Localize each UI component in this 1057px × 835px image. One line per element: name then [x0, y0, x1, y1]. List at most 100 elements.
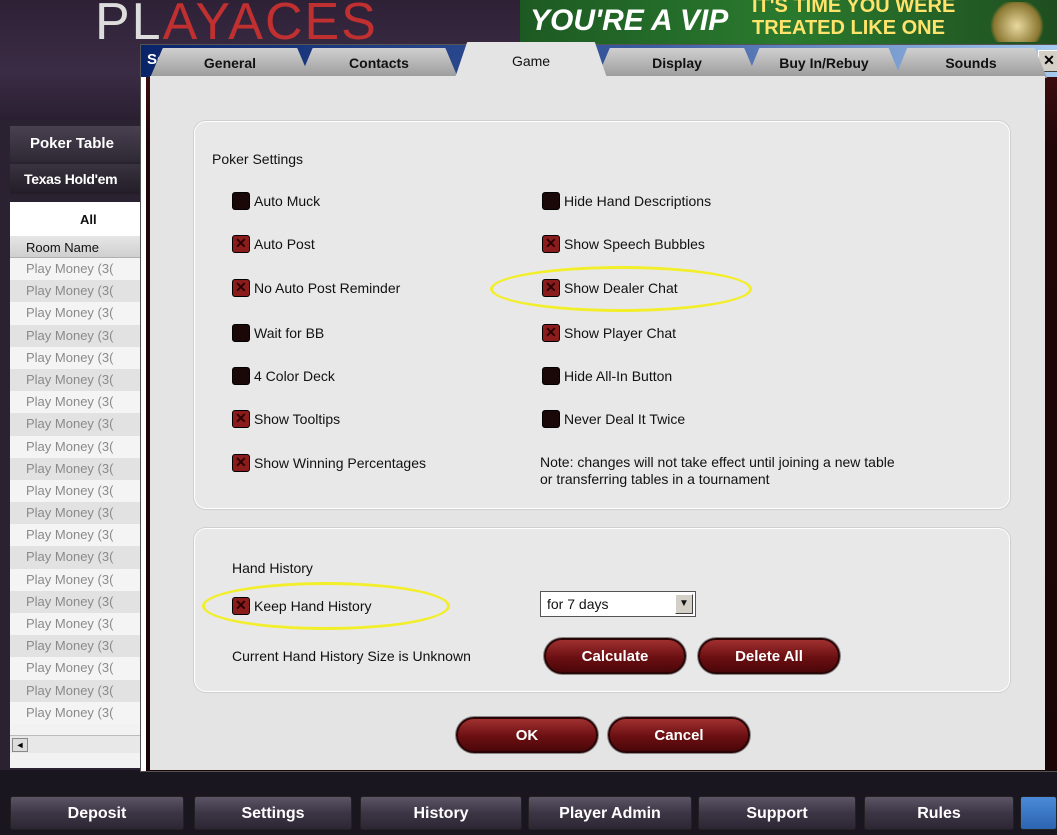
lobby-panel: Poker Table Texas Hold'em All Room Name …: [0, 120, 150, 770]
calculate-button[interactable]: Calculate: [544, 638, 686, 674]
settings-note-line-2: or transferring tables in a tournament: [540, 471, 770, 487]
four-color-deck-label: 4 Color Deck: [254, 368, 335, 384]
banner-subline-2: TREATED LIKE ONE: [752, 17, 945, 39]
tab-sounds[interactable]: Sounds: [895, 48, 1047, 78]
nav-settings[interactable]: Settings: [194, 796, 352, 830]
room-row[interactable]: Play Money (3(: [10, 502, 150, 525]
room-row[interactable]: Play Money (3(: [10, 590, 150, 613]
never-deal-it-twice-label: Never Deal It Twice: [564, 411, 686, 427]
room-row[interactable]: Play Money (3(: [10, 679, 150, 702]
room-row[interactable]: Play Money (3(: [10, 479, 150, 503]
show-winning-percentages-option[interactable]: Show Winning Percentages: [232, 452, 426, 474]
no-auto-post-reminder-checkbox[interactable]: [232, 279, 250, 297]
auto-muck-option[interactable]: Auto Muck: [232, 190, 320, 212]
four-color-deck-option[interactable]: 4 Color Deck: [232, 365, 335, 387]
tab-buy-in-rebuy[interactable]: Buy In/Rebuy: [747, 48, 901, 78]
dealer-chat-highlight: [490, 266, 752, 312]
room-row[interactable]: Play Money (3(: [10, 524, 150, 547]
show-tooltips-checkbox[interactable]: [232, 410, 250, 428]
tab-display[interactable]: Display: [597, 48, 757, 78]
auto-muck-checkbox[interactable]: [232, 192, 250, 210]
show-player-chat-option[interactable]: Show Player Chat: [542, 322, 676, 344]
four-color-deck-checkbox[interactable]: [232, 367, 250, 385]
wait-for-bb-checkbox[interactable]: [232, 324, 250, 342]
show-player-chat-label: Show Player Chat: [564, 325, 677, 341]
show-speech-bubbles-checkbox[interactable]: [542, 235, 560, 253]
room-row[interactable]: Play Money (3(: [10, 368, 150, 392]
nav-history[interactable]: History: [360, 796, 522, 830]
auto-post-option[interactable]: Auto Post: [232, 233, 315, 255]
room-row[interactable]: Play Money (3(: [10, 613, 150, 636]
keep-history-highlight: [202, 582, 450, 630]
never-deal-it-twice-checkbox[interactable]: [542, 410, 560, 428]
show-tooltips-label: Show Tooltips: [254, 411, 341, 427]
chevron-down-icon[interactable]: ▼: [675, 594, 693, 614]
cancel-button[interactable]: Cancel: [608, 717, 750, 753]
room-row[interactable]: Play Money (3(: [10, 457, 150, 480]
hide-all-in-button-label: Hide All-In Button: [564, 368, 673, 384]
never-deal-it-twice-option[interactable]: Never Deal It Twice: [542, 408, 685, 430]
room-row[interactable]: Play Money (3(: [10, 568, 150, 591]
tab-game[interactable]: Game: [455, 42, 607, 78]
room-row[interactable]: Play Money (3(: [10, 280, 150, 303]
tab-bar: General Contacts Game Display Buy In/Reb…: [150, 42, 1050, 78]
horizontal-scrollbar[interactable]: ◄: [10, 735, 150, 753]
lobby-header[interactable]: Poker Table: [10, 126, 150, 162]
nav-rules[interactable]: Rules: [864, 796, 1014, 830]
wait-for-bb-option[interactable]: Wait for BB: [232, 322, 324, 344]
room-row[interactable]: Play Money (3(: [10, 657, 150, 680]
room-row[interactable]: Play Money (3(: [10, 701, 150, 724]
history-duration-value: for 7 days: [547, 596, 609, 612]
nav-deposit[interactable]: Deposit: [10, 796, 184, 830]
auto-muck-label: Auto Muck: [254, 193, 321, 209]
tab-contacts[interactable]: Contacts: [300, 48, 458, 78]
game-type-tab[interactable]: Texas Hold'em: [10, 164, 150, 194]
settings-note-line-1: Note: changes will not take effect until…: [540, 454, 895, 470]
history-size-text: Current Hand History Size is Unknown: [232, 648, 471, 664]
room-row[interactable]: Play Money (3(: [10, 435, 150, 458]
room-row[interactable]: Play Money (3(: [10, 302, 150, 325]
vip-banner[interactable]: YOU'RE A VIP IT'S TIME YOU WERE TREATED …: [520, 0, 1057, 44]
settings-note: Note: changes will not take effect until…: [540, 454, 895, 488]
bottom-nav: Deposit Settings History Player Admin Su…: [0, 790, 1057, 835]
auto-post-label: Auto Post: [254, 236, 315, 252]
tab-general[interactable]: General: [150, 48, 310, 78]
filter-tab-all[interactable]: All: [10, 202, 150, 236]
room-row[interactable]: Play Money (3(: [10, 258, 150, 281]
show-winning-percentages-checkbox[interactable]: [232, 454, 250, 472]
room-row[interactable]: Play Money (3(: [10, 391, 150, 414]
room-row[interactable]: Play Money (3(: [10, 346, 150, 369]
hide-all-in-button-checkbox[interactable]: [542, 367, 560, 385]
wait-for-bb-label: Wait for BB: [254, 325, 325, 341]
room-row[interactable]: Play Money (3(: [10, 546, 150, 569]
ok-button[interactable]: OK: [456, 717, 598, 753]
show-speech-bubbles-label: Show Speech Bubbles: [564, 236, 705, 252]
hide-all-in-button-option[interactable]: Hide All-In Button: [542, 365, 672, 387]
column-header-room-name[interactable]: Room Name: [10, 236, 150, 258]
room-row[interactable]: Play Money (3(: [10, 324, 150, 347]
nav-extra[interactable]: [1020, 796, 1057, 830]
no-auto-post-reminder-label: No Auto Post Reminder: [254, 280, 401, 296]
show-tooltips-option[interactable]: Show Tooltips: [232, 408, 340, 430]
room-row[interactable]: Play Money (3(: [10, 413, 150, 436]
nav-support[interactable]: Support: [698, 796, 856, 830]
poker-settings-group: [194, 121, 1010, 509]
show-player-chat-checkbox[interactable]: [542, 324, 560, 342]
hide-hand-descriptions-checkbox[interactable]: [542, 192, 560, 210]
scroll-left-icon[interactable]: ◄: [12, 738, 28, 752]
nav-player-admin[interactable]: Player Admin: [528, 796, 692, 830]
hide-hand-descriptions-option[interactable]: Hide Hand Descriptions: [542, 190, 711, 212]
no-auto-post-reminder-option[interactable]: No Auto Post Reminder: [232, 277, 400, 299]
room-rows: Play Money (3(Play Money (3(Play Money (…: [10, 258, 150, 724]
show-winning-percentages-label: Show Winning Percentages: [254, 455, 426, 471]
game-tab-panel: Poker Settings Auto Muck Auto Post No Au…: [150, 76, 1045, 770]
poker-settings-title: Poker Settings: [212, 151, 304, 167]
history-duration-select[interactable]: for 7 days ▼: [540, 591, 696, 617]
delete-all-button[interactable]: Delete All: [698, 638, 840, 674]
hand-history-title: Hand History: [232, 560, 313, 576]
hide-hand-descriptions-label: Hide Hand Descriptions: [564, 193, 712, 209]
room-row[interactable]: Play Money (3(: [10, 635, 150, 658]
banner-decoration: [987, 2, 1047, 42]
auto-post-checkbox[interactable]: [232, 235, 250, 253]
show-speech-bubbles-option[interactable]: Show Speech Bubbles: [542, 233, 705, 255]
